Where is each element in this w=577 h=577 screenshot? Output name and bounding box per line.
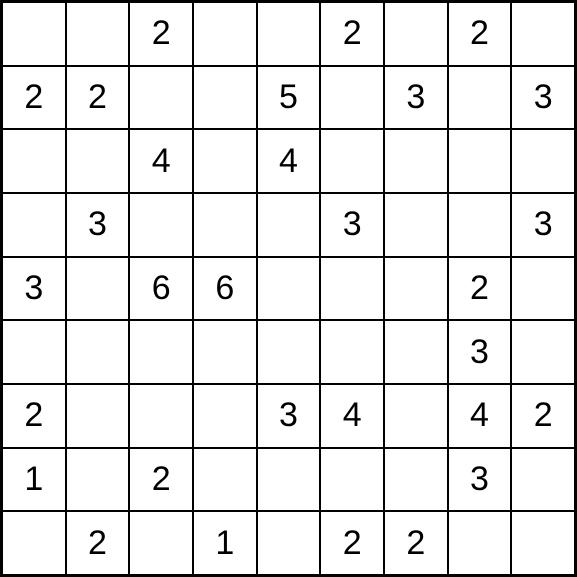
cell-8-8[interactable] xyxy=(511,511,575,575)
cell-4-6[interactable] xyxy=(384,257,448,321)
cell-2-1[interactable] xyxy=(66,129,130,193)
cell-8-0[interactable] xyxy=(2,511,66,575)
cell-1-1[interactable]: 2 xyxy=(66,66,130,130)
cell-5-3[interactable] xyxy=(193,320,257,384)
cell-3-4[interactable] xyxy=(257,193,321,257)
cell-4-8[interactable] xyxy=(511,257,575,321)
cell-1-6[interactable]: 3 xyxy=(384,66,448,130)
cell-6-1[interactable] xyxy=(66,384,130,448)
cell-5-0[interactable] xyxy=(2,320,66,384)
cell-3-0[interactable] xyxy=(2,193,66,257)
cell-8-5[interactable]: 2 xyxy=(320,511,384,575)
cell-7-8[interactable] xyxy=(511,448,575,512)
cell-6-5[interactable]: 4 xyxy=(320,384,384,448)
cell-6-7[interactable]: 4 xyxy=(448,384,512,448)
cell-8-3[interactable]: 1 xyxy=(193,511,257,575)
cell-0-5[interactable]: 2 xyxy=(320,2,384,66)
cell-0-8[interactable] xyxy=(511,2,575,66)
cell-5-8[interactable] xyxy=(511,320,575,384)
cell-8-2[interactable] xyxy=(129,511,193,575)
cell-5-4[interactable] xyxy=(257,320,321,384)
cell-0-6[interactable] xyxy=(384,2,448,66)
cell-2-4[interactable]: 4 xyxy=(257,129,321,193)
cell-5-7[interactable]: 3 xyxy=(448,320,512,384)
cell-0-2[interactable]: 2 xyxy=(129,2,193,66)
cell-0-0[interactable] xyxy=(2,2,66,66)
cell-2-5[interactable] xyxy=(320,129,384,193)
cell-5-6[interactable] xyxy=(384,320,448,384)
cell-7-4[interactable] xyxy=(257,448,321,512)
cell-8-6[interactable]: 2 xyxy=(384,511,448,575)
cell-6-2[interactable] xyxy=(129,384,193,448)
cell-8-4[interactable] xyxy=(257,511,321,575)
cell-4-3[interactable]: 6 xyxy=(193,257,257,321)
cell-1-5[interactable] xyxy=(320,66,384,130)
cell-8-7[interactable] xyxy=(448,511,512,575)
cell-1-7[interactable] xyxy=(448,66,512,130)
cell-6-4[interactable]: 3 xyxy=(257,384,321,448)
cell-2-7[interactable] xyxy=(448,129,512,193)
cell-2-8[interactable] xyxy=(511,129,575,193)
puzzle-grid: 2 2 2 2 2 5 3 3 4 4 3 3 3 3 6 6 2 3 2 3 … xyxy=(0,0,577,577)
cell-4-2[interactable]: 6 xyxy=(129,257,193,321)
cell-4-5[interactable] xyxy=(320,257,384,321)
cell-1-0[interactable]: 2 xyxy=(2,66,66,130)
cell-4-1[interactable] xyxy=(66,257,130,321)
cell-6-3[interactable] xyxy=(193,384,257,448)
cell-4-7[interactable]: 2 xyxy=(448,257,512,321)
cell-3-1[interactable]: 3 xyxy=(66,193,130,257)
cell-0-3[interactable] xyxy=(193,2,257,66)
cell-8-1[interactable]: 2 xyxy=(66,511,130,575)
cell-4-4[interactable] xyxy=(257,257,321,321)
cell-2-2[interactable]: 4 xyxy=(129,129,193,193)
cell-6-8[interactable]: 2 xyxy=(511,384,575,448)
cell-2-0[interactable] xyxy=(2,129,66,193)
cell-7-1[interactable] xyxy=(66,448,130,512)
cell-1-3[interactable] xyxy=(193,66,257,130)
cell-5-1[interactable] xyxy=(66,320,130,384)
cell-7-5[interactable] xyxy=(320,448,384,512)
cell-0-7[interactable]: 2 xyxy=(448,2,512,66)
cell-1-2[interactable] xyxy=(129,66,193,130)
cell-7-2[interactable]: 2 xyxy=(129,448,193,512)
cell-3-8[interactable]: 3 xyxy=(511,193,575,257)
cell-3-2[interactable] xyxy=(129,193,193,257)
cell-7-0[interactable]: 1 xyxy=(2,448,66,512)
cell-3-7[interactable] xyxy=(448,193,512,257)
cell-2-6[interactable] xyxy=(384,129,448,193)
cell-3-3[interactable] xyxy=(193,193,257,257)
cell-6-6[interactable] xyxy=(384,384,448,448)
cell-5-5[interactable] xyxy=(320,320,384,384)
cell-4-0[interactable]: 3 xyxy=(2,257,66,321)
cell-7-3[interactable] xyxy=(193,448,257,512)
cell-5-2[interactable] xyxy=(129,320,193,384)
cell-6-0[interactable]: 2 xyxy=(2,384,66,448)
cell-2-3[interactable] xyxy=(193,129,257,193)
cell-3-5[interactable]: 3 xyxy=(320,193,384,257)
cell-1-4[interactable]: 5 xyxy=(257,66,321,130)
cell-0-1[interactable] xyxy=(66,2,130,66)
cell-3-6[interactable] xyxy=(384,193,448,257)
cell-1-8[interactable]: 3 xyxy=(511,66,575,130)
cell-7-6[interactable] xyxy=(384,448,448,512)
cell-0-4[interactable] xyxy=(257,2,321,66)
cell-7-7[interactable]: 3 xyxy=(448,448,512,512)
